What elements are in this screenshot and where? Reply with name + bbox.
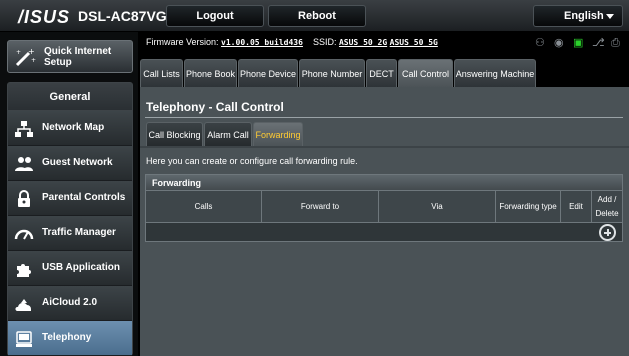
globe-icon[interactable]: ◉ (554, 37, 566, 49)
column-header: Add / Delete (595, 194, 619, 218)
model-name: DSL-AC87VG (78, 8, 167, 24)
forwarding-table: Forwarding Calls Forward to Via Forwardi… (145, 174, 623, 242)
sidebar-item-label: Guest Network (42, 157, 113, 168)
page-title: Telephony - Call Control (146, 100, 284, 114)
sidebar-item-label: Traffic Manager (42, 227, 116, 238)
language-select[interactable]: English (533, 5, 623, 27)
sidebar-item-network-map[interactable]: Network Map (8, 111, 132, 146)
guest-network-icon (15, 157, 33, 171)
reboot-button[interactable]: Reboot (268, 5, 366, 27)
sidebar-item-label: AiCloud 2.0 (42, 297, 98, 308)
firmware-label: Firmware Version: (146, 37, 219, 47)
puzzle-icon (17, 264, 31, 277)
main-content: Firmware Version: v1.00.05 build436 SSID… (140, 32, 629, 356)
tab-alarm-call[interactable]: Alarm Call (204, 122, 252, 146)
tab-phone-device[interactable]: Phone Device (238, 59, 298, 87)
quick-internet-setup-button[interactable]: + + + Quick Internet Setup (7, 40, 133, 73)
subtab-underline (140, 146, 629, 148)
router-icon[interactable]: ▣ (573, 37, 585, 49)
tab-dect[interactable]: DECT (366, 59, 397, 87)
asus-logo: /ISUS (18, 7, 71, 27)
tab-call-control[interactable]: Call Control (398, 59, 453, 87)
sidebar-item-aicloud[interactable]: AiCloud 2.0 (8, 286, 132, 321)
telephone-icon (16, 331, 32, 347)
svg-text:+: + (28, 47, 35, 56)
tab-answering-machine[interactable]: Answering Machine (454, 59, 536, 87)
sidebar-item-traffic-manager[interactable]: Traffic Manager (8, 216, 132, 251)
ssid-label: SSID: (312, 37, 337, 47)
network-map-icon (15, 121, 33, 137)
users-icon[interactable]: ⚇ (535, 37, 547, 49)
magic-wand-icon: + + + (15, 47, 36, 67)
sidebar-item-usb-application[interactable]: USB Application (8, 251, 132, 286)
logout-button[interactable]: Logout (166, 5, 264, 27)
tab-phone-book[interactable]: Phone Book (184, 59, 237, 87)
lock-icon (18, 190, 30, 207)
column-header: Forward to (262, 191, 379, 222)
printer-icon[interactable]: ⎙ (611, 37, 623, 49)
sidebar-section-title: General (8, 83, 132, 111)
svg-text:+: + (16, 49, 21, 56)
call-control-panel: Telephony - Call Control Call Blocking A… (140, 87, 629, 356)
table-header-row: Calls Forward to Via Forwarding type Edi… (145, 191, 623, 222)
add-circle-icon[interactable] (599, 224, 616, 241)
tab-call-lists[interactable]: Call Lists (140, 59, 183, 87)
tab-phone-number[interactable]: Phone Number (299, 59, 365, 87)
title-divider (145, 117, 623, 118)
sidebar-item-label: Network Map (42, 122, 105, 133)
status-line: Firmware Version: v1.00.05 build436 SSID… (146, 37, 438, 47)
usb-icon[interactable]: ⎇ (592, 37, 605, 49)
cloud-house-icon (15, 299, 31, 311)
top-bar: /ISUS DSL-AC87VG Logout Reboot English (0, 0, 629, 32)
column-header: Calls (146, 191, 262, 222)
column-header: Edit (561, 191, 592, 222)
column-header: Via (379, 191, 496, 222)
sidebar-item-label: Parental Controls (42, 192, 126, 203)
sidebar: + + + Quick Internet Setup General Netwo… (0, 32, 138, 356)
firmware-version-link[interactable]: v1.00.05 build436 (221, 38, 303, 47)
ssid-2g-link[interactable]: ASUS_50_2G (339, 38, 387, 47)
column-header: Forwarding type (496, 191, 561, 222)
table-add-row (145, 222, 623, 242)
language-label: English (564, 10, 604, 22)
tab-forwarding[interactable]: Forwarding (253, 122, 303, 146)
svg-text:+: + (31, 57, 36, 64)
description-text: Here you can create or configure call fo… (146, 156, 358, 166)
sidebar-item-parental-controls[interactable]: Parental Controls (8, 181, 132, 216)
ssid-5g-link[interactable]: ASUS_50_5G (390, 38, 438, 47)
sidebar-item-guest-network[interactable]: Guest Network (8, 146, 132, 181)
table-title: Forwarding (145, 174, 623, 191)
quick-setup-label: Quick Internet Setup (44, 46, 112, 68)
tab-call-blocking[interactable]: Call Blocking (146, 122, 203, 146)
status-icons: ⚇ ◉ ▣ ⎇ ⎙ (535, 37, 627, 51)
gauge-icon (14, 229, 34, 240)
sidebar-item-label: Telephony (42, 332, 92, 343)
sidebar-item-telephony[interactable]: Telephony (8, 321, 132, 356)
sidebar-nav: General Network Map Guest Network Parent… (7, 82, 133, 356)
chevron-down-icon (606, 14, 614, 19)
sidebar-item-label: USB Application (42, 262, 120, 273)
